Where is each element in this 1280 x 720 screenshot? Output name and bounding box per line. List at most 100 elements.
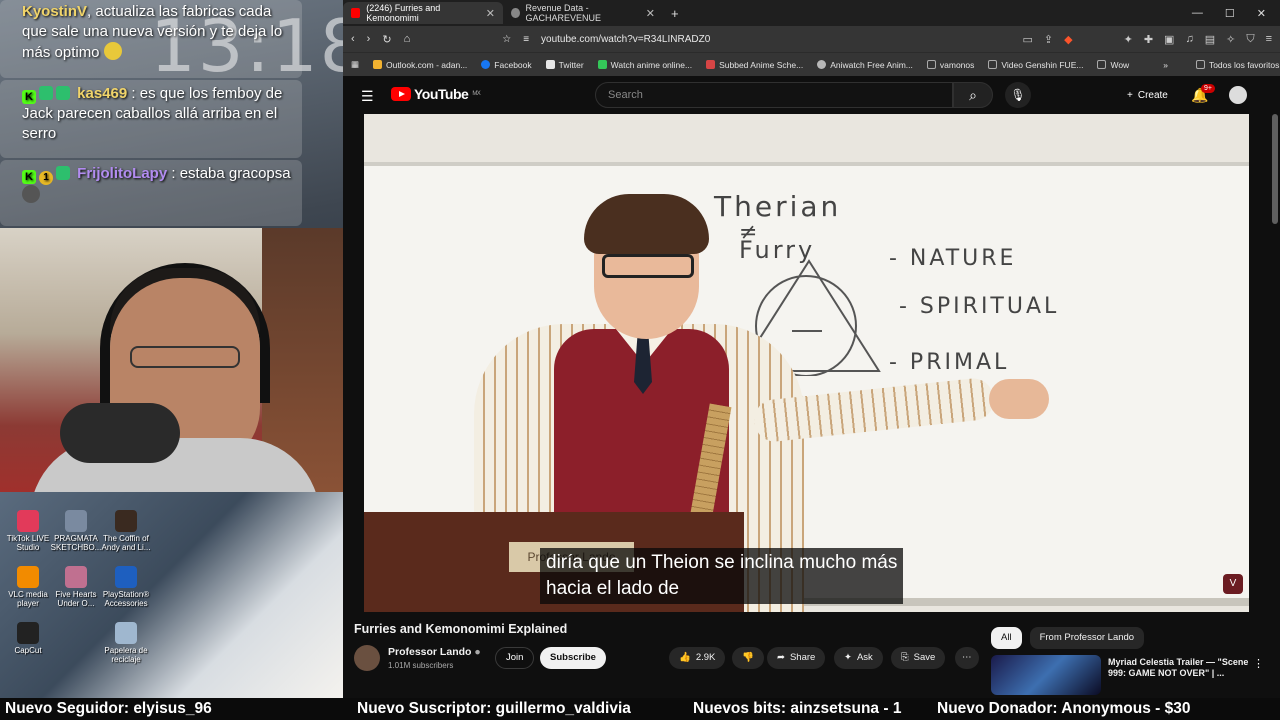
desktop-icon[interactable]: CapCut bbox=[0, 622, 56, 655]
chat-message: KyostinV, actualiza las fabricas cada qu… bbox=[0, 0, 302, 78]
search-icon[interactable]: ⌕ bbox=[953, 82, 993, 108]
reload-icon[interactable]: ↻ bbox=[382, 33, 391, 46]
folder-icon bbox=[988, 60, 998, 69]
kick-badge-icon: K bbox=[22, 90, 36, 104]
wallet-icon[interactable]: ▤ bbox=[1205, 33, 1215, 46]
verified-icon: ● bbox=[474, 646, 481, 658]
chat-username: KyostinV bbox=[22, 3, 88, 20]
music-icon[interactable]: ♫ bbox=[1185, 33, 1193, 46]
bookmark-item[interactable]: Subbed Anime Sche... bbox=[706, 60, 803, 70]
new-follower-text: Nuevo Seguidor: elyisus_96 bbox=[5, 700, 212, 717]
channel-watermark-icon[interactable]: V bbox=[1223, 574, 1243, 594]
microphone bbox=[60, 403, 180, 463]
chip-from-channel[interactable]: From Professor Lando bbox=[1029, 627, 1145, 649]
hamburger-menu-icon[interactable]: ☰ bbox=[361, 88, 374, 105]
maximize-icon[interactable]: ☐ bbox=[1225, 7, 1235, 20]
more-vertical-icon[interactable]: ⋮ bbox=[1253, 657, 1264, 670]
desktop-icon[interactable]: Papelera de reciclaje bbox=[98, 622, 154, 664]
all-bookmarks[interactable]: Todos los favoritos bbox=[1195, 60, 1279, 70]
home-icon[interactable]: ⌂ bbox=[404, 33, 411, 45]
bookmark-item[interactable]: Twitter bbox=[545, 60, 584, 70]
desktop-icon[interactable]: PlayStation® Accessories bbox=[98, 566, 154, 608]
recycle-bin-icon bbox=[115, 622, 137, 644]
bookmark-item[interactable]: Facebook bbox=[481, 60, 532, 70]
scrollbar[interactable] bbox=[1272, 114, 1278, 224]
subscriber-count: 1.01M subscribers bbox=[388, 661, 454, 670]
bookmark-icon[interactable]: ☆ bbox=[502, 34, 511, 45]
chip-all[interactable]: All bbox=[991, 627, 1022, 649]
new-tab-icon[interactable]: + bbox=[671, 6, 679, 21]
bookmark-item[interactable]: Aniwatch Free Anim... bbox=[817, 60, 913, 70]
sidebar-icon[interactable]: ▣ bbox=[1164, 33, 1174, 46]
sub-badge-icon bbox=[56, 166, 70, 180]
channel-name[interactable]: Professor Lando ● bbox=[388, 646, 481, 658]
close-tab-icon[interactable]: ✕ bbox=[486, 7, 495, 20]
recommended-title: Myriad Celestia Trailer — "Scene 999: GA… bbox=[1108, 657, 1249, 678]
new-bits-text: Nuevos bits: ainzsetsuna - 1 bbox=[693, 700, 902, 717]
like-button[interactable]: 👍 2.9K bbox=[669, 647, 726, 669]
bookmark-item[interactable]: Outlook.com - adan... bbox=[373, 60, 467, 70]
share-button[interactable]: ➦ Share bbox=[767, 647, 826, 669]
chat-username: FrijolitoLapy bbox=[77, 165, 168, 182]
cast-icon[interactable]: ▭ bbox=[1023, 33, 1033, 46]
capcut-icon bbox=[17, 622, 39, 644]
extension-icon[interactable]: ✦ bbox=[1124, 33, 1133, 46]
apps-icon[interactable]: ▦ bbox=[351, 59, 359, 70]
desktop: TikTok LIVE Studio PRAGMATA SKETCHBO... … bbox=[0, 492, 343, 698]
desktop-icon[interactable]: PRAGMATA SKETCHBO... bbox=[48, 510, 104, 552]
create-button[interactable]: + Create bbox=[1117, 82, 1178, 108]
share-icon[interactable]: ⇪ bbox=[1044, 33, 1053, 46]
vpn-icon[interactable]: ⛉ bbox=[1246, 33, 1254, 46]
notification-badge: 9+ bbox=[1201, 84, 1215, 93]
save-button[interactable]: ⎘ Save bbox=[891, 647, 946, 669]
x-icon bbox=[545, 60, 555, 69]
youtube-logo[interactable]: YouTube MX bbox=[391, 86, 481, 102]
sub-badge-icon bbox=[39, 86, 53, 100]
close-tab-icon[interactable]: ✕ bbox=[646, 7, 655, 20]
join-button[interactable]: Join bbox=[495, 647, 535, 669]
emoji-icon bbox=[103, 42, 122, 60]
browser-window: (2246) Furries and Kemonomimi ✕ Revenue … bbox=[343, 0, 1280, 698]
new-donor-text: Nuevo Donador: Anonymous - $30 bbox=[937, 700, 1191, 717]
search-input[interactable]: Search bbox=[595, 82, 953, 108]
share-arrow-icon: ➦ bbox=[777, 652, 785, 663]
subscribe-button[interactable]: Subscribe bbox=[540, 647, 606, 669]
minimize-icon[interactable]: — bbox=[1192, 7, 1203, 20]
game-icon bbox=[65, 510, 87, 532]
desktop-icon[interactable]: Five Hearts Under O... bbox=[48, 566, 104, 608]
stream-ticker: Nuevo Seguidor: elyisus_96 Nuevo Suscrip… bbox=[0, 698, 1280, 720]
url-field[interactable]: ☆ ≡ youtube.com/watch?v=R34LINRADZ0 bbox=[422, 29, 982, 49]
ask-button[interactable]: ✦ Ask bbox=[834, 647, 883, 669]
dislike-button[interactable]: 👎 bbox=[732, 647, 764, 669]
brave-shield-icon[interactable]: ◆ bbox=[1064, 33, 1072, 46]
tab-revenue[interactable]: Revenue Data - GACHAREVENUE ✕ bbox=[503, 2, 663, 24]
more-bookmarks-icon[interactable]: » bbox=[1163, 60, 1168, 70]
chat-message: K1 FrijolitoLapy : estaba gracopsa bbox=[0, 160, 302, 226]
desktop-icon[interactable]: The Coffin of Andy and Li... bbox=[98, 510, 154, 552]
channel-avatar[interactable] bbox=[354, 645, 380, 671]
tab-youtube[interactable]: (2246) Furries and Kemonomimi ✕ bbox=[343, 2, 503, 24]
folder-icon bbox=[1195, 60, 1205, 69]
puzzle-icon[interactable]: ✚ bbox=[1144, 33, 1153, 46]
bookmark-folder[interactable]: vamonos bbox=[926, 60, 974, 70]
forward-icon[interactable]: › bbox=[367, 33, 371, 45]
bookmark-item[interactable]: Watch anime online... bbox=[597, 60, 692, 70]
leo-icon[interactable]: ✧ bbox=[1226, 33, 1235, 46]
bookmark-folder[interactable]: Video Genshin FUE... bbox=[988, 60, 1083, 70]
game-icon bbox=[65, 566, 87, 588]
back-icon[interactable]: ‹ bbox=[351, 33, 355, 45]
recommended-video[interactable]: Myriad Celestia Trailer — "Scene 999: GA… bbox=[991, 655, 1276, 695]
window-controls: — ☐ ✕ bbox=[1192, 7, 1280, 20]
video-player[interactable]: Therian ≠ Furry - NATURE - SPIRITUAL - P… bbox=[364, 114, 1249, 612]
site-info-icon[interactable]: ≡ bbox=[523, 34, 529, 45]
avatar[interactable] bbox=[1229, 86, 1247, 104]
bookmark-save-icon: ⎘ bbox=[901, 652, 909, 663]
video-thumbnail[interactable] bbox=[991, 655, 1101, 695]
tab-bar: (2246) Furries and Kemonomimi ✕ Revenue … bbox=[343, 0, 1280, 26]
more-actions-button[interactable]: ⋯ bbox=[955, 647, 979, 669]
menu-icon[interactable]: ≡ bbox=[1266, 33, 1272, 46]
new-subscriber-text: Nuevo Suscriptor: guillermo_valdivia bbox=[357, 700, 631, 717]
close-window-icon[interactable]: ✕ bbox=[1257, 7, 1266, 20]
voice-search-icon[interactable]: 🎙 bbox=[1005, 82, 1031, 108]
bookmark-folder[interactable]: Wow bbox=[1097, 60, 1129, 70]
